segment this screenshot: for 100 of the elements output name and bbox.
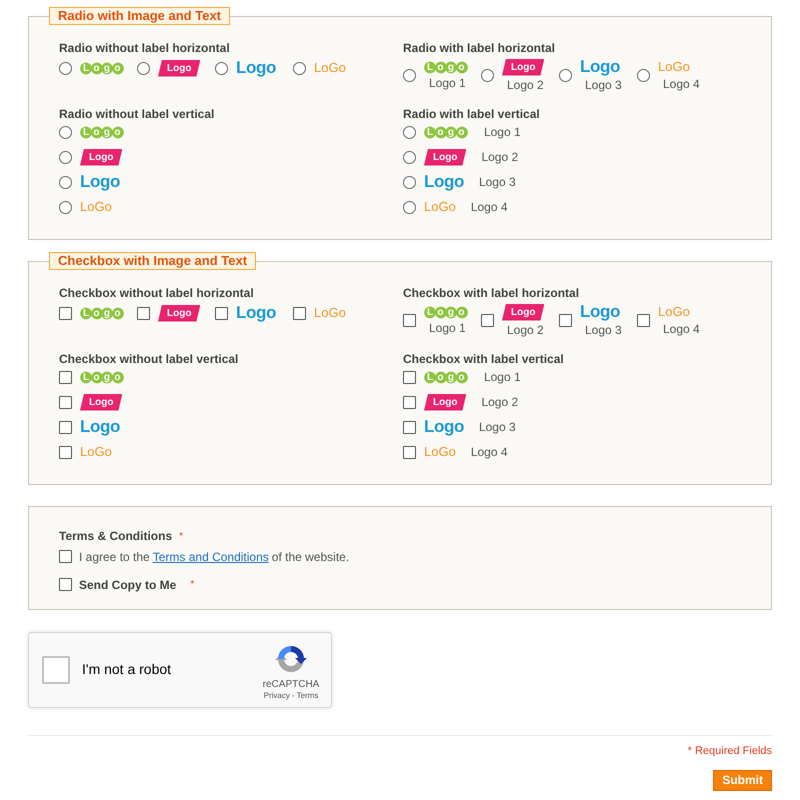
required-fields-note: * Required Fields	[688, 744, 772, 758]
checkbox[interactable]	[481, 314, 494, 326]
logo: Logo	[80, 148, 122, 166]
checkbox[interactable]	[293, 306, 306, 320]
logo: Logo	[580, 303, 620, 321]
radio-button[interactable]	[403, 126, 416, 138]
option-label: Logo 3	[478, 175, 516, 189]
logo: Logo	[158, 60, 200, 76]
radio-button[interactable]	[293, 62, 306, 74]
checkbox[interactable]	[637, 314, 650, 326]
logo: Logo	[580, 58, 620, 76]
radio-button[interactable]	[59, 150, 72, 164]
logo: LoGo	[424, 444, 456, 460]
option-label: Logo 1	[429, 320, 466, 334]
send-copy-label: Send Copy to Me	[79, 578, 176, 592]
checkbox[interactable]	[403, 396, 416, 408]
required-mark: *	[190, 578, 194, 590]
logo: Logo	[80, 62, 125, 74]
terms-link[interactable]: Terms and Conditions	[152, 550, 269, 564]
logo: LoGo	[80, 199, 112, 215]
option-label: Logo 2	[481, 150, 518, 164]
group-title: Checkbox without label vertical	[59, 352, 240, 367]
group-title: Radio with label horizontal	[403, 41, 556, 56]
section-legend: Radio with Image and Text	[49, 7, 230, 25]
checkbox[interactable]	[215, 306, 228, 320]
radio-button[interactable]	[403, 68, 416, 82]
radio-button[interactable]	[137, 62, 150, 74]
logo: LoGo	[658, 304, 690, 320]
radio-button[interactable]	[403, 176, 416, 188]
option-label: Logo 2	[481, 395, 518, 409]
radio-button[interactable]	[59, 126, 72, 138]
privacy-link[interactable]: Privacy	[264, 690, 290, 700]
checkbox[interactable]	[559, 314, 572, 326]
radio-button[interactable]	[403, 200, 416, 214]
group-title: Checkbox with label vertical	[403, 352, 565, 367]
radio-button[interactable]	[637, 68, 650, 82]
checkbox[interactable]	[59, 370, 72, 384]
checkbox[interactable]	[59, 396, 72, 408]
checkbox[interactable]	[403, 446, 416, 458]
logo: LoGo	[314, 60, 346, 76]
option-label: Logo 4	[470, 445, 508, 459]
group-title: Radio without label horizontal	[59, 41, 231, 56]
logo: LoGo	[80, 444, 112, 460]
option-label: Logo 2	[507, 322, 544, 336]
logo: Logo	[424, 60, 469, 74]
radio-button[interactable]	[559, 68, 572, 82]
group-title: Checkbox with label horizontal	[403, 286, 580, 301]
radio-button[interactable]	[215, 62, 228, 74]
radio-button[interactable]	[59, 200, 72, 214]
option-label: Logo 4	[663, 322, 700, 336]
checkbox[interactable]	[59, 306, 72, 320]
checkbox[interactable]	[59, 578, 72, 591]
checkbox[interactable]	[59, 550, 72, 563]
checkbox[interactable]	[59, 446, 72, 458]
checkbox[interactable]	[403, 370, 416, 384]
logo: Logo	[80, 126, 125, 138]
logo: Logo	[80, 394, 122, 410]
agreement-text: I agree to the Terms and Conditions of the website.	[79, 550, 350, 564]
logo: LoGo	[424, 199, 456, 215]
logo: Logo	[502, 58, 544, 76]
radio-button[interactable]	[403, 150, 416, 164]
radio-button[interactable]	[59, 176, 72, 188]
checkbox[interactable]	[403, 314, 416, 326]
option-label: Logo 1	[484, 125, 521, 139]
logo: Logo	[80, 173, 120, 191]
logo: Logo	[80, 370, 125, 384]
captcha-checkbox[interactable]	[42, 656, 70, 684]
link-separator: -	[292, 690, 295, 700]
group-title: Checkbox without label horizontal	[59, 286, 255, 301]
radio-button[interactable]	[59, 62, 72, 74]
logo: Logo	[424, 394, 466, 410]
checkbox[interactable]	[403, 420, 416, 434]
captcha-brand: reCAPTCHA	[262, 678, 320, 690]
section-legend: Checkbox with Image and Text	[49, 252, 256, 270]
option-label: Logo 3	[478, 420, 516, 434]
option-label: Logo 2	[507, 78, 544, 92]
logo: Logo	[424, 148, 466, 166]
logo: Logo	[424, 126, 469, 138]
group-title: Radio without label vertical	[59, 107, 216, 122]
logo: Logo	[236, 304, 276, 322]
group-title: Radio with label vertical	[403, 107, 541, 122]
option-label: Logo 4	[663, 77, 700, 91]
logo: Logo	[424, 173, 464, 191]
logo: LoGo	[658, 59, 690, 75]
logo: LoGo	[314, 305, 346, 321]
logo: Logo	[236, 59, 276, 77]
option-label: Logo 4	[470, 200, 508, 214]
option-label: Logo 1	[484, 370, 521, 384]
terms-title: Terms & Conditions	[59, 529, 172, 544]
radio-button[interactable]	[481, 68, 494, 82]
logo: Logo	[502, 304, 544, 320]
logo: Logo	[424, 370, 469, 384]
checkbox[interactable]	[137, 306, 150, 320]
logo: Logo	[80, 306, 125, 320]
option-label: Logo 1	[429, 76, 466, 90]
logo: Logo	[80, 418, 120, 436]
checkbox[interactable]	[59, 420, 72, 434]
option-label: Logo 3	[585, 323, 622, 337]
option-label: Logo 3	[585, 78, 622, 92]
terms-link[interactable]: Terms	[296, 690, 318, 700]
